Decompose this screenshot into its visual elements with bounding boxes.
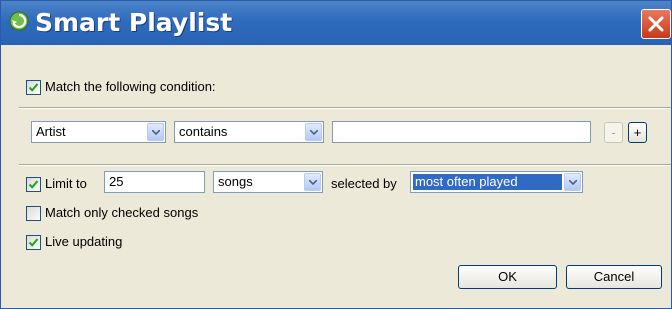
smart-playlist-dialog: Smart Playlist Match the following condi…: [0, 0, 672, 309]
field-dropdown-value: Artist: [36, 124, 66, 139]
selected-by-value: most often played: [415, 174, 518, 189]
remove-condition-label: -: [611, 125, 616, 140]
match-checked-label: Match only checked songs: [45, 205, 199, 220]
limit-checkbox[interactable]: [26, 177, 41, 192]
chevron-down-icon: [152, 130, 160, 135]
close-icon: [648, 16, 664, 32]
cancel-button-label: Cancel: [593, 269, 635, 284]
chevron-down-icon: [310, 130, 318, 135]
operator-dropdown-value: contains: [179, 124, 228, 139]
live-updating-checkbox[interactable]: [26, 235, 41, 250]
checkmark-icon: [28, 180, 39, 189]
close-button[interactable]: [641, 9, 671, 39]
live-updating-label: Live updating: [45, 234, 123, 249]
match-checked-checkbox[interactable]: [26, 206, 41, 221]
selected-by-label: selected by: [331, 176, 397, 191]
limit-unit-dropdown[interactable]: songs: [213, 171, 323, 193]
checkmark-icon: [28, 238, 39, 247]
operator-dropdown-arrow[interactable]: [305, 123, 322, 141]
group-separator-bottom-highlight: [19, 165, 671, 166]
ok-button-label: OK: [498, 269, 517, 284]
operator-dropdown[interactable]: contains: [174, 121, 324, 143]
selected-by-arrow[interactable]: [564, 173, 581, 191]
add-condition-button[interactable]: +: [628, 122, 647, 143]
title-bar[interactable]: Smart Playlist: [1, 1, 671, 45]
limit-unit-arrow[interactable]: [304, 173, 321, 191]
selected-by-highlight: most often played: [413, 174, 562, 190]
field-dropdown-arrow[interactable]: [147, 123, 164, 141]
group-separator-top-highlight: [19, 108, 671, 109]
match-condition-label: Match the following condition:: [45, 79, 216, 94]
add-condition-label: +: [633, 125, 642, 140]
limit-amount-value: 25: [109, 174, 124, 189]
window-title: Smart Playlist: [35, 8, 233, 37]
chevron-down-icon: [309, 180, 317, 185]
playlist-icon: [9, 11, 29, 31]
ok-button[interactable]: OK: [458, 265, 557, 289]
condition-value-input[interactable]: [332, 121, 591, 143]
match-condition-checkbox[interactable]: [26, 80, 41, 95]
limit-amount-input[interactable]: 25: [104, 171, 205, 193]
selected-by-dropdown[interactable]: most often played: [410, 171, 583, 193]
field-dropdown[interactable]: Artist: [31, 121, 166, 143]
limit-unit-value: songs: [218, 174, 253, 189]
cancel-button[interactable]: Cancel: [566, 265, 662, 289]
chevron-down-icon: [569, 180, 577, 185]
remove-condition-button[interactable]: -: [604, 122, 623, 143]
limit-label: Limit to: [45, 176, 87, 191]
checkmark-icon: [28, 83, 39, 92]
